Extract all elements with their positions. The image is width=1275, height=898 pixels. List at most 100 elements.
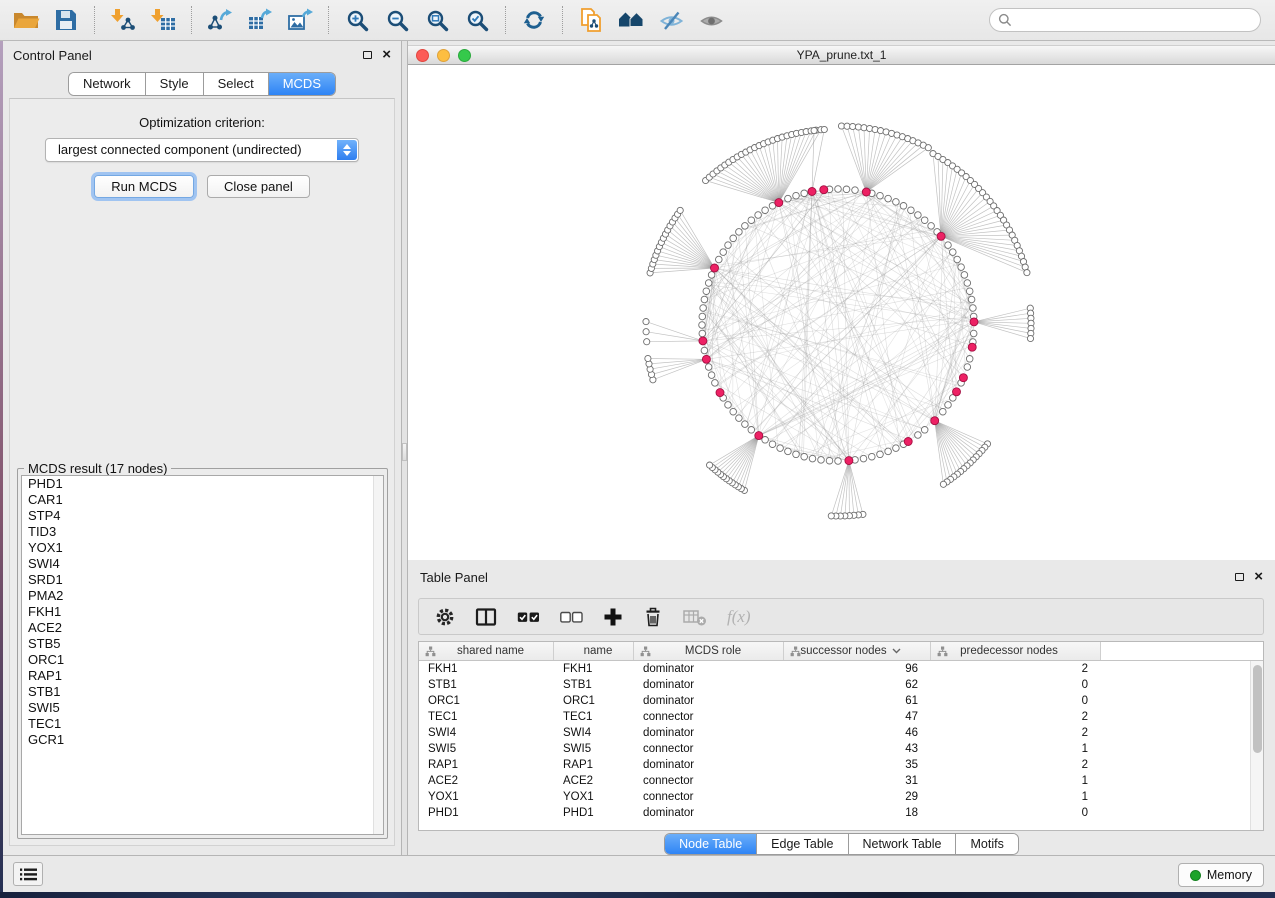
graph-node[interactable] [940, 408, 947, 415]
hide-graphics-details-button[interactable] [651, 2, 691, 38]
graph-node[interactable] [712, 380, 719, 387]
mcds-result-item[interactable]: PMA2 [22, 588, 383, 604]
graph-node[interactable] [940, 481, 946, 487]
mcds-list-scrollbar[interactable] [373, 476, 383, 834]
tab-network[interactable]: Network [69, 73, 145, 95]
graph-node[interactable] [835, 186, 842, 193]
tab-node-table[interactable]: Node Table [665, 834, 756, 854]
mcds-result-item[interactable]: RAP1 [22, 668, 383, 684]
maximize-window-icon[interactable] [458, 49, 471, 62]
column-header-successor-nodes[interactable]: successor nodes [784, 642, 931, 660]
mcds-result-item[interactable]: FKH1 [22, 604, 383, 620]
graph-node[interactable] [801, 190, 808, 197]
graph-node[interactable] [877, 451, 884, 458]
graph-node[interactable] [821, 126, 827, 132]
graph-node[interactable] [736, 229, 743, 236]
graph-hub-node[interactable] [959, 374, 967, 382]
memory-button[interactable]: Memory [1178, 863, 1264, 887]
graph-node[interactable] [925, 145, 931, 151]
task-history-button[interactable] [13, 862, 43, 886]
graph-node[interactable] [730, 408, 737, 415]
graph-node[interactable] [964, 280, 971, 287]
graph-node[interactable] [742, 421, 749, 428]
mcds-result-item[interactable]: PHD1 [22, 476, 383, 492]
graph-node[interactable] [785, 448, 792, 455]
graph-node[interactable] [769, 441, 776, 448]
graph-node[interactable] [835, 458, 842, 465]
graph-node[interactable] [1024, 270, 1030, 276]
graph-node[interactable] [677, 207, 683, 213]
graph-hub-node[interactable] [937, 232, 945, 240]
open-session-button[interactable] [6, 2, 46, 38]
graph-node[interactable] [705, 364, 712, 371]
graph-hub-node[interactable] [862, 188, 870, 196]
table-row[interactable]: FKH1FKH1dominator962 [419, 661, 1263, 677]
splitter-handle[interactable] [402, 443, 407, 461]
graph-node[interactable] [736, 415, 743, 422]
graph-node[interactable] [762, 207, 769, 214]
graph-node[interactable] [699, 330, 706, 337]
mcds-result-item[interactable]: SRD1 [22, 572, 383, 588]
graph-node[interactable] [968, 296, 975, 303]
column-header-shared-name[interactable]: shared name [419, 642, 554, 660]
graph-node[interactable] [703, 288, 710, 295]
table-row[interactable]: SWI5SWI5connector431 [419, 741, 1263, 757]
graph-node[interactable] [961, 272, 968, 279]
zoom-out-button[interactable] [377, 2, 417, 38]
column-view-button[interactable] [475, 607, 497, 627]
graph-hub-node[interactable] [845, 457, 853, 465]
import-network-button[interactable] [103, 2, 143, 38]
select-all-columns-button[interactable] [517, 609, 540, 625]
table-scrollbar-thumb[interactable] [1253, 665, 1262, 753]
graph-node[interactable] [915, 432, 922, 439]
graph-node[interactable] [950, 249, 957, 256]
table-settings-button[interactable] [435, 607, 455, 627]
close-panel-icon[interactable]: × [1254, 572, 1263, 582]
graph-node[interactable] [701, 347, 708, 354]
graph-node[interactable] [860, 455, 867, 462]
graph-node[interactable] [921, 217, 928, 224]
mcds-result-item[interactable]: CAR1 [22, 492, 383, 508]
refresh-view-button[interactable] [514, 2, 554, 38]
graph-node[interactable] [801, 453, 808, 460]
graph-node[interactable] [643, 329, 649, 335]
graph-hub-node[interactable] [820, 186, 828, 194]
graph-node[interactable] [945, 242, 952, 249]
table-row[interactable]: YOX1YOX1connector291 [419, 789, 1263, 805]
graph-node[interactable] [644, 339, 650, 345]
graph-node[interactable] [725, 242, 732, 249]
graph-node[interactable] [720, 249, 727, 256]
mcds-result-item[interactable]: STB5 [22, 636, 383, 652]
graph-node[interactable] [645, 355, 651, 361]
tab-select[interactable]: Select [203, 73, 268, 95]
graph-node[interactable] [748, 217, 755, 224]
graph-node[interactable] [705, 280, 712, 287]
graph-node[interactable] [869, 453, 876, 460]
graph-node[interactable] [707, 462, 713, 468]
graph-node[interactable] [970, 305, 977, 312]
show-graphics-details-button[interactable] [691, 2, 731, 38]
graph-node[interactable] [966, 288, 973, 295]
float-panel-icon[interactable] [363, 51, 372, 59]
table-row[interactable]: ACE2ACE2connector311 [419, 773, 1263, 789]
mcds-result-item[interactable]: ORC1 [22, 652, 383, 668]
mcds-result-item[interactable]: TEC1 [22, 716, 383, 732]
zoom-fit-button[interactable] [417, 2, 457, 38]
graph-node[interactable] [958, 264, 965, 271]
mcds-result-item[interactable]: SWI4 [22, 556, 383, 572]
export-network-button[interactable] [200, 2, 240, 38]
criterion-select[interactable]: largest connected component (undirected) [45, 138, 359, 162]
graph-node[interactable] [964, 364, 971, 371]
mcds-result-list[interactable]: PHD1CAR1STP4TID3YOX1SWI4SRD1PMA2FKH1ACE2… [21, 475, 384, 835]
graph-node[interactable] [885, 448, 892, 455]
mcds-result-item[interactable]: STP4 [22, 508, 383, 524]
tab-edge-table[interactable]: Edge Table [756, 834, 847, 854]
graph-node[interactable] [921, 427, 928, 434]
table-scrollbar[interactable] [1250, 661, 1263, 830]
graph-hub-node[interactable] [699, 337, 707, 345]
graph-node[interactable] [777, 445, 784, 452]
graph-hub-node[interactable] [970, 318, 978, 326]
table-row[interactable]: SWI4SWI4dominator462 [419, 725, 1263, 741]
float-panel-icon[interactable] [1235, 573, 1244, 581]
graph-hub-node[interactable] [904, 438, 912, 446]
